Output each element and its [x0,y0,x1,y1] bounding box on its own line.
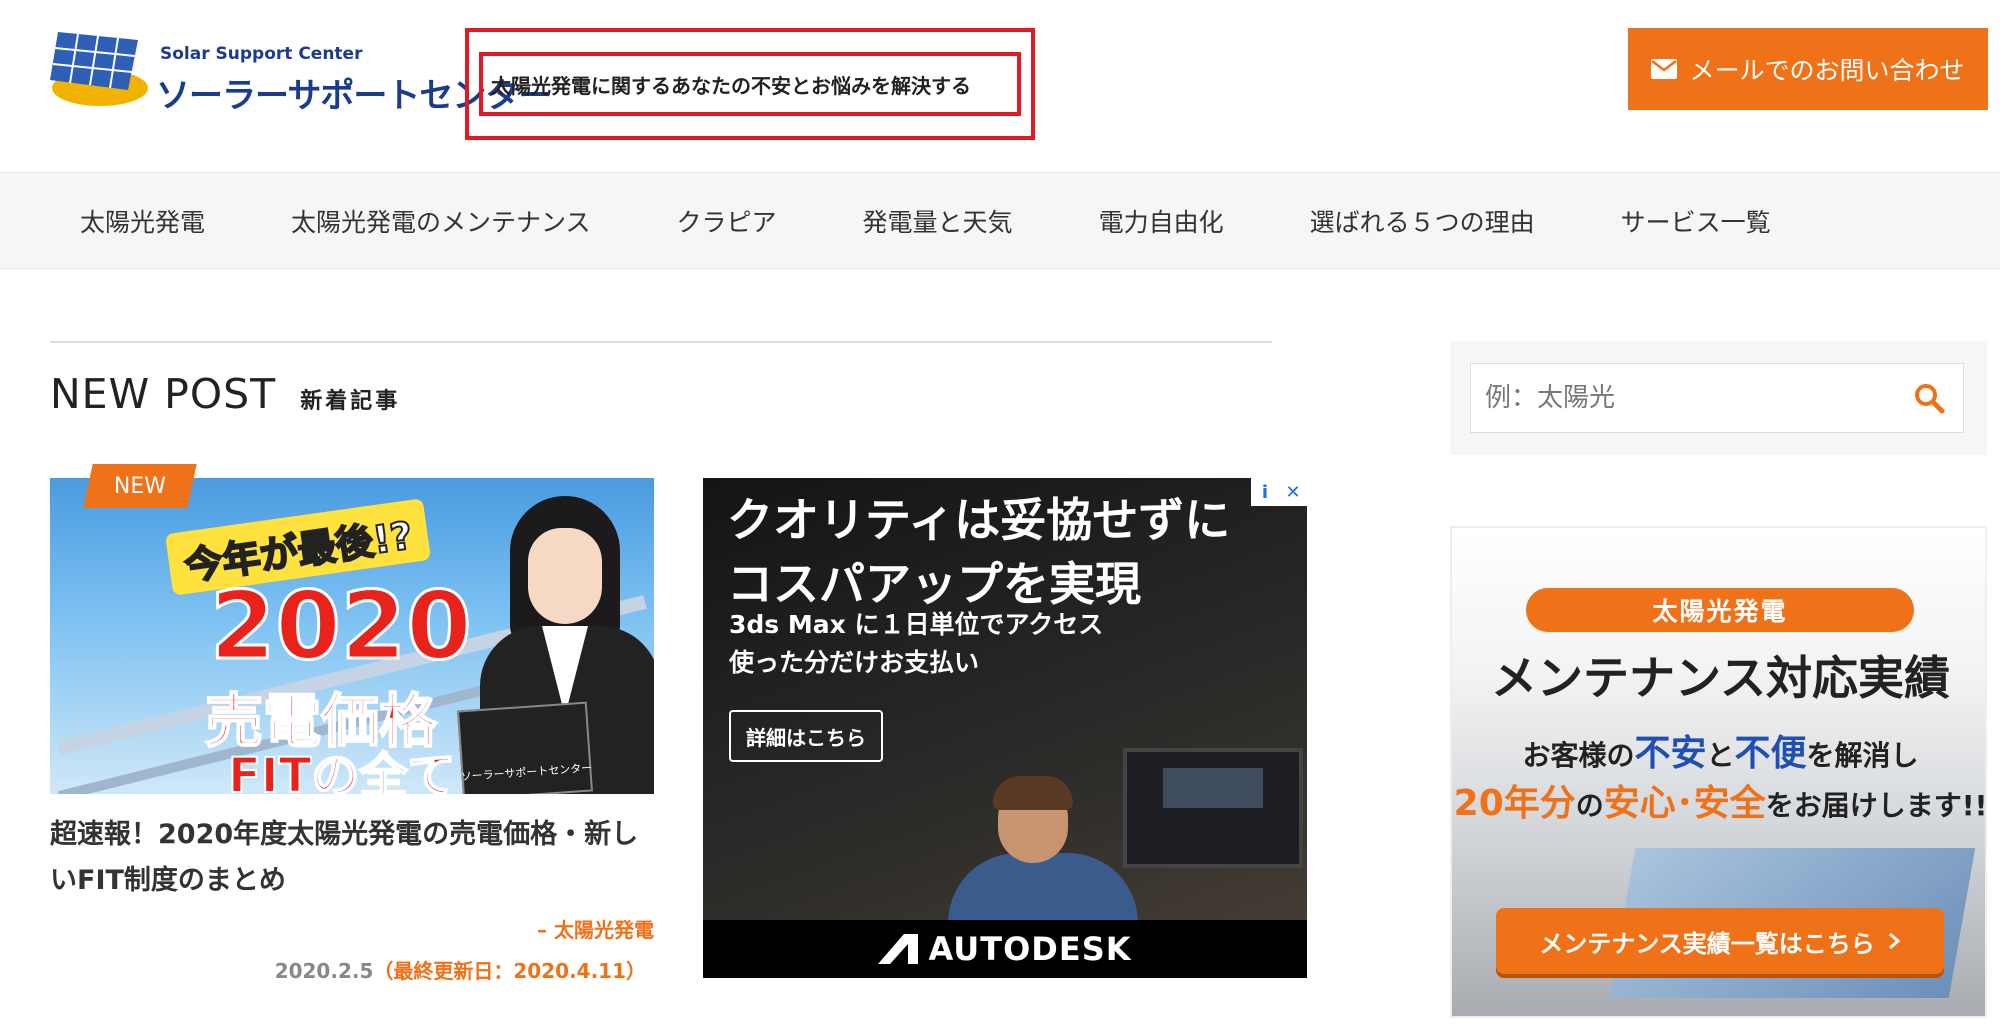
article-category[interactable]: – 太陽光発電 [50,914,654,943]
thumbnail-year-text: 2020 [209,571,474,683]
banner-pill-label: 太陽光発電 [1526,588,1914,632]
article-date: 2020.2.5（最終更新日：2020.4.11） [50,955,654,984]
article-title[interactable]: 超速報！2020年度太陽光発電の売電価格・新しいFIT制度のまとめ [50,812,654,904]
autodesk-ad[interactable]: i ✕ クオリティは妥協せずに コスパアップを実現 3ds Max に１日単位で… [703,478,1307,978]
banner-cta-button[interactable]: メンテナンス実績一覧はこちら [1496,908,1944,974]
nav-item-five-reasons[interactable]: 選ばれる５つの理由 [1310,203,1535,239]
thumbnail-fit-text: FITの全て [227,747,456,794]
banner-line-1: お客様の不安と不便を解消し [1522,733,1919,774]
ad-info-icon[interactable]: i [1251,478,1279,506]
autodesk-logo-icon [878,934,919,964]
banner-line-2: 20年分の安心･安全をお届けします!! [1453,783,1987,824]
section-divider [50,341,1272,343]
presenter-held-card: ソーラーサポートセンター [457,701,593,794]
ad-brand-footer: AUTODESK [703,920,1307,978]
nav-item-maintenance[interactable]: 太陽光発電のメンテナンス [291,203,591,239]
nav-item-generation-weather[interactable]: 発電量と天気 [863,203,1013,239]
site-header: Solar Support Center ソーラーサポートセンター 太陽光発電に… [0,0,2000,172]
search-icon[interactable] [1913,382,1945,414]
nav-item-electricity-liberalization[interactable]: 電力自由化 [1099,203,1224,239]
ad-headline: クオリティは妥協せずに コスパアップを実現 [727,493,1231,611]
article-published-date: 2020.2.5 [274,959,374,983]
article-updated-date: （最終更新日：2020.4.11） [373,959,646,983]
ad-details-button[interactable]: 詳細はこちら [729,710,883,762]
article-card: NEW 今年が最後!? 2020 売電価格 FITの全て ソーラーサポートセンタ… [50,464,654,984]
chevron-right-icon [1888,932,1901,950]
tagline-highlight-box: 太陽光発電に関するあなたの不安とお悩みを解決する [465,28,1035,140]
site-tagline: 太陽光発電に関するあなたの不安とお悩みを解決する [491,73,971,98]
solar-panel-logo-icon [50,32,148,106]
sidebar-search [1450,341,1987,455]
ad-close-icon[interactable]: ✕ [1279,478,1307,506]
mail-contact-label: メールでのお問い合わせ [1689,56,1965,85]
banner-cta-label: メンテナンス実績一覧はこちら [1539,929,1875,958]
section-heading: NEW POST 新着記事 [50,370,400,418]
nav-item-solar-power[interactable]: 太陽光発電 [80,203,205,239]
main-navigation: 太陽光発電 太陽光発電のメンテナンス クラピア 発電量と天気 電力自由化 選ばれ… [0,172,2000,269]
nav-item-services[interactable]: サービス一覧 [1621,203,1771,239]
ad-brand-name: AUTODESK [928,930,1132,968]
tagline-inner-box: 太陽光発電に関するあなたの不安とお悩みを解決する [479,52,1021,116]
search-input[interactable] [1471,364,1891,432]
new-badge: NEW [83,464,197,508]
maintenance-banner[interactable]: 太陽光発電 メンテナンス対応実績 お客様の不安と不便を解消し 20年分の安心･安… [1450,526,1987,1018]
section-title-jp: 新着記事 [300,389,401,414]
presenter-figure: ソーラーサポートセンター [457,496,654,794]
envelope-icon [1651,59,1678,79]
nav-item-kurapia[interactable]: クラピア [677,203,777,239]
article-thumbnail[interactable]: 今年が最後!? 2020 売電価格 FITの全て ソーラーサポートセンター [50,478,654,794]
site-logo[interactable]: Solar Support Center ソーラーサポートセンター [50,28,552,118]
ad-subtext: 3ds Max に１日単位でアクセス 使った分だけお支払い [729,610,1104,677]
ad-choices: i ✕ [1251,478,1307,506]
mail-contact-button[interactable]: メールでのお問い合わせ [1628,28,1988,110]
banner-headline: メンテナンス対応実績 [1490,651,1951,705]
section-title-en: NEW POST [50,370,277,418]
search-box [1470,363,1964,433]
logo-english-text: Solar Support Center [160,44,363,64]
